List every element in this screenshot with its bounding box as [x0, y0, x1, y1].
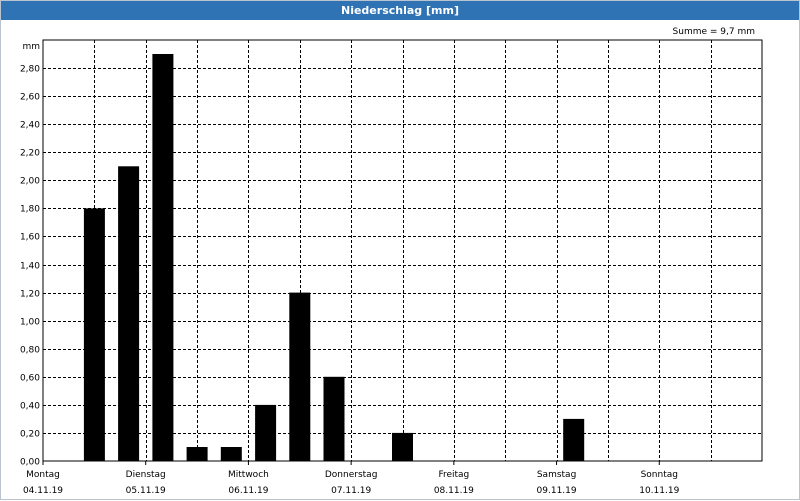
plot-frame — [42, 39, 763, 462]
y-tick-label: 0,00 — [20, 458, 40, 468]
y-tick-label: 0,20 — [20, 430, 40, 440]
bar — [392, 432, 413, 461]
y-tick-label: 1,20 — [20, 290, 40, 300]
y-tick-label: 1,60 — [20, 233, 40, 243]
y-tick-label: 0,60 — [20, 374, 40, 384]
x-tick-date-label: 04.11.19 — [23, 486, 63, 496]
y-tick-label: 2,80 — [20, 65, 40, 75]
y-tick-label: 2,60 — [20, 93, 40, 103]
x-tick-day-label: Mittwoch — [228, 470, 269, 480]
y-tick-label: 1,40 — [20, 262, 40, 272]
x-tick-date-label: 10.11.19 — [639, 486, 679, 496]
bar — [255, 404, 277, 461]
y-tick-label: 2,40 — [20, 121, 40, 131]
x-tick-day-label: Donnerstag — [325, 470, 378, 480]
x-tick-day-label: Freitag — [438, 470, 469, 480]
y-tick-label: 2,00 — [20, 177, 40, 187]
bar — [186, 447, 208, 461]
x-tick-day-label: Sonntag — [641, 470, 678, 480]
bar — [563, 418, 585, 461]
y-tick-label: 0,80 — [20, 346, 40, 356]
bar — [152, 54, 174, 461]
x-tick-day-label: Samstag — [537, 470, 576, 480]
x-tick-date-label: 09.11.19 — [537, 486, 577, 496]
x-tick-day-label: Dienstag — [126, 470, 166, 480]
x-tick-day-label: Montag — [26, 470, 60, 480]
y-axis-unit: mm — [22, 42, 40, 52]
x-tick-date-label: 05.11.19 — [126, 486, 166, 496]
bar — [323, 376, 345, 461]
bar — [220, 447, 242, 461]
x-tick-date-label: 08.11.19 — [434, 486, 474, 496]
x-tick-date-label: 07.11.19 — [331, 486, 371, 496]
bar — [83, 208, 105, 461]
y-tick-label: 2,20 — [20, 149, 40, 159]
bar — [118, 166, 140, 462]
chart-window: Niederschlag [mm] Summe = 9,7 mm 0,00 0,2… — [0, 0, 800, 500]
y-tick-label: 1,80 — [20, 205, 40, 215]
bar — [289, 292, 311, 461]
y-tick-label: 0,40 — [20, 402, 40, 412]
x-tick-date-label: 06.11.19 — [228, 486, 268, 496]
y-tick-label: 1,00 — [20, 318, 40, 328]
precipitation-chart: 0,00 0,20 0,40 0,60 0,80 1,00 1,20 1,40 1,60 1,80… — [20, 39, 763, 496]
